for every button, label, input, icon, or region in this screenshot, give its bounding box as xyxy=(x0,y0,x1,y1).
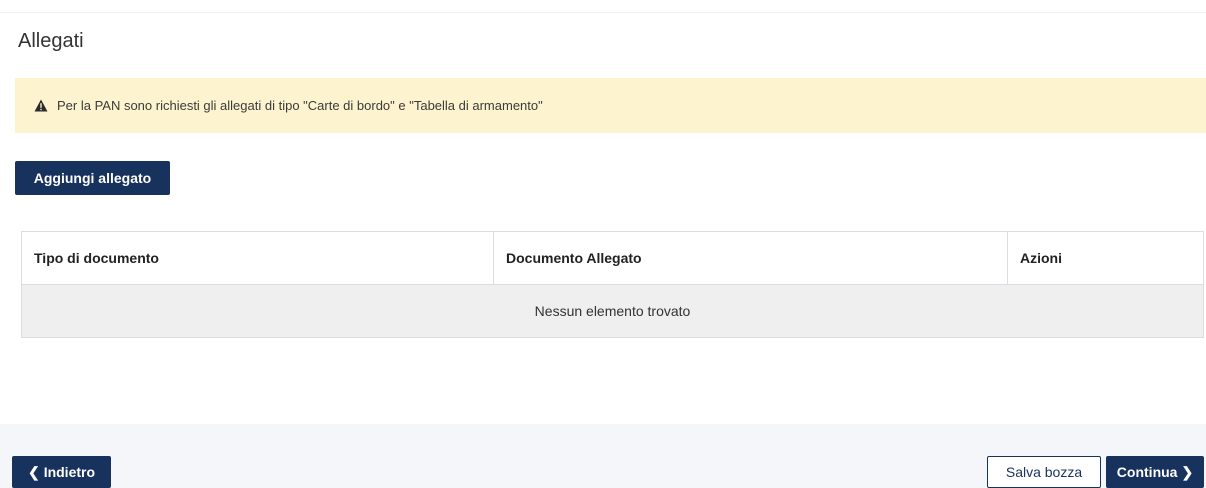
save-draft-button[interactable]: Salva bozza xyxy=(987,456,1101,488)
column-header-actions: Azioni xyxy=(1020,250,1062,266)
warning-icon xyxy=(33,98,49,114)
back-button-label: Indietro xyxy=(43,464,96,480)
chevron-right-icon: ❯ xyxy=(1181,464,1194,480)
chevron-left-icon: ❮ xyxy=(27,464,40,480)
top-clipped-region xyxy=(0,0,1206,13)
attachments-table: Tipo di documento Documento Allegato Azi… xyxy=(21,231,1204,338)
add-attachment-button[interactable]: Aggiungi allegato xyxy=(15,161,170,195)
column-header-attached-document: Documento Allegato xyxy=(494,232,1008,284)
back-button[interactable]: ❮ Indietro xyxy=(12,456,111,488)
alert-text: Per la PAN sono richiesti gli allegati d… xyxy=(57,98,543,113)
column-header-document-type: Tipo di documento xyxy=(22,232,494,284)
empty-table-message: Nessun elemento trovato xyxy=(22,285,1203,337)
warning-alert: Per la PAN sono richiesti gli allegati d… xyxy=(15,78,1206,133)
continue-button-label: Continua xyxy=(1116,464,1178,480)
table-header: Tipo di documento Documento Allegato Azi… xyxy=(22,232,1203,285)
continue-button[interactable]: Continua ❯ xyxy=(1106,456,1204,488)
section-title: Allegati xyxy=(18,30,84,52)
